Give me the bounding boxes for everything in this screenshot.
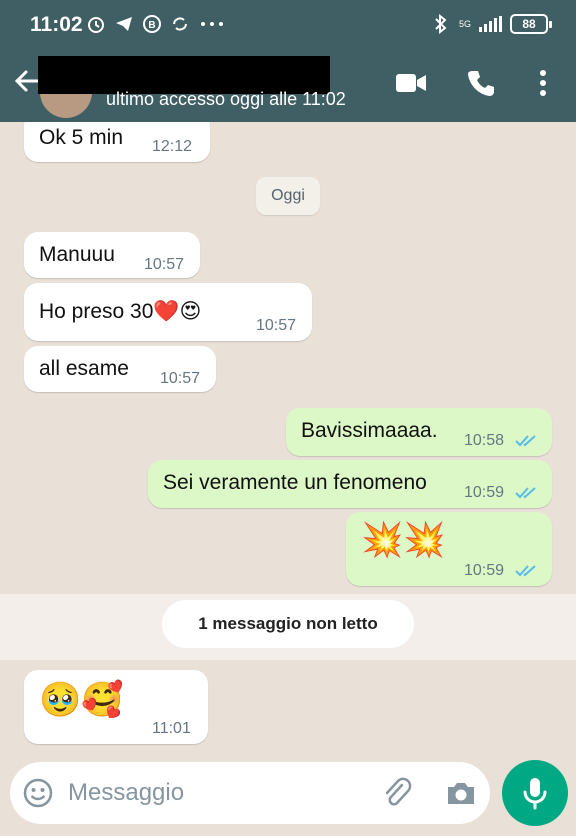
- composer-bar: [10, 762, 490, 824]
- message-text: Bavissimaaaa.: [301, 419, 438, 442]
- message-text: Manuuu: [39, 243, 115, 266]
- signal-icon: [479, 16, 502, 32]
- message-time: 10:57: [160, 370, 201, 387]
- message-text: Ok 5 min: [39, 126, 124, 149]
- unread-separator-label: 1 messaggio non letto: [198, 614, 378, 633]
- message-bubble-outgoing[interactable]: Sei veramente un fenomeno 10:59: [148, 460, 552, 508]
- message-bubble-incoming[interactable]: 🥹🥰 11:01: [24, 670, 208, 744]
- camera-icon[interactable]: [444, 776, 478, 810]
- status-time: 11:02: [30, 13, 83, 36]
- read-ticks-icon: [515, 487, 536, 499]
- read-ticks-icon: [515, 435, 536, 447]
- paperclip-icon[interactable]: [380, 776, 414, 810]
- phone-icon[interactable]: [464, 66, 498, 100]
- top-bar: 11:02 B 5G 88 ultimo accesso oggi alle 1…: [0, 0, 576, 122]
- alarm-icon: [86, 14, 106, 34]
- svg-text:B: B: [148, 20, 155, 31]
- sync-icon: [170, 14, 190, 34]
- message-time: 10:59: [464, 484, 505, 501]
- message-bubble-incoming[interactable]: Ho preso 30❤️😍 10:57: [24, 283, 312, 341]
- battery-icon: 88: [510, 14, 552, 34]
- message-text: all esame: [39, 357, 129, 380]
- message-text: Sei veramente un fenomeno: [163, 471, 427, 494]
- last-seen-text: ultimo accesso oggi alle 11:02: [106, 89, 346, 109]
- message-bubble-outgoing[interactable]: Bavissimaaaa. 10:58: [286, 408, 552, 456]
- more-notifications-icon: [198, 14, 226, 34]
- b-app-icon: B: [142, 14, 162, 34]
- message-time: 10:57: [256, 317, 297, 334]
- message-bubble-incoming[interactable]: Ok 5 min 12:12: [24, 122, 210, 162]
- video-call-icon[interactable]: [394, 66, 428, 100]
- message-bubble-incoming[interactable]: all esame 10:57: [24, 346, 216, 392]
- read-ticks-icon: [515, 565, 536, 577]
- message-bubble-incoming[interactable]: Manuuu 10:57: [24, 232, 200, 278]
- message-time: 12:12: [152, 138, 193, 155]
- unread-separator: 1 messaggio non letto: [162, 600, 414, 648]
- date-separator-label: Oggi: [271, 187, 305, 204]
- bluetooth-icon: [431, 14, 451, 34]
- telegram-icon: [114, 14, 134, 34]
- message-text: 💥💥: [361, 521, 446, 559]
- message-time: 10:59: [464, 562, 505, 579]
- chat-header: ultimo accesso oggi alle 11:02: [0, 52, 576, 122]
- emoji-icon[interactable]: [22, 777, 54, 809]
- date-separator: Oggi: [256, 177, 320, 215]
- status-bar: 11:02 B 5G 88: [0, 0, 576, 50]
- network-label: 5G: [458, 18, 471, 29]
- more-vert-icon[interactable]: [526, 66, 560, 100]
- message-bubble-outgoing[interactable]: 💥💥 10:59: [346, 512, 552, 586]
- message-time: 10:57: [144, 256, 185, 273]
- microphone-icon[interactable]: [502, 760, 568, 826]
- message-time: 11:01: [152, 720, 191, 737]
- message-text: Ho preso 30❤️😍: [39, 300, 202, 323]
- message-list[interactable]: Ok 5 min 12:12 Oggi Manuuu 10:57 Ho pres…: [0, 122, 576, 758]
- message-time: 10:58: [464, 432, 505, 449]
- message-text: 🥹🥰: [39, 681, 124, 719]
- message-input[interactable]: [68, 778, 368, 808]
